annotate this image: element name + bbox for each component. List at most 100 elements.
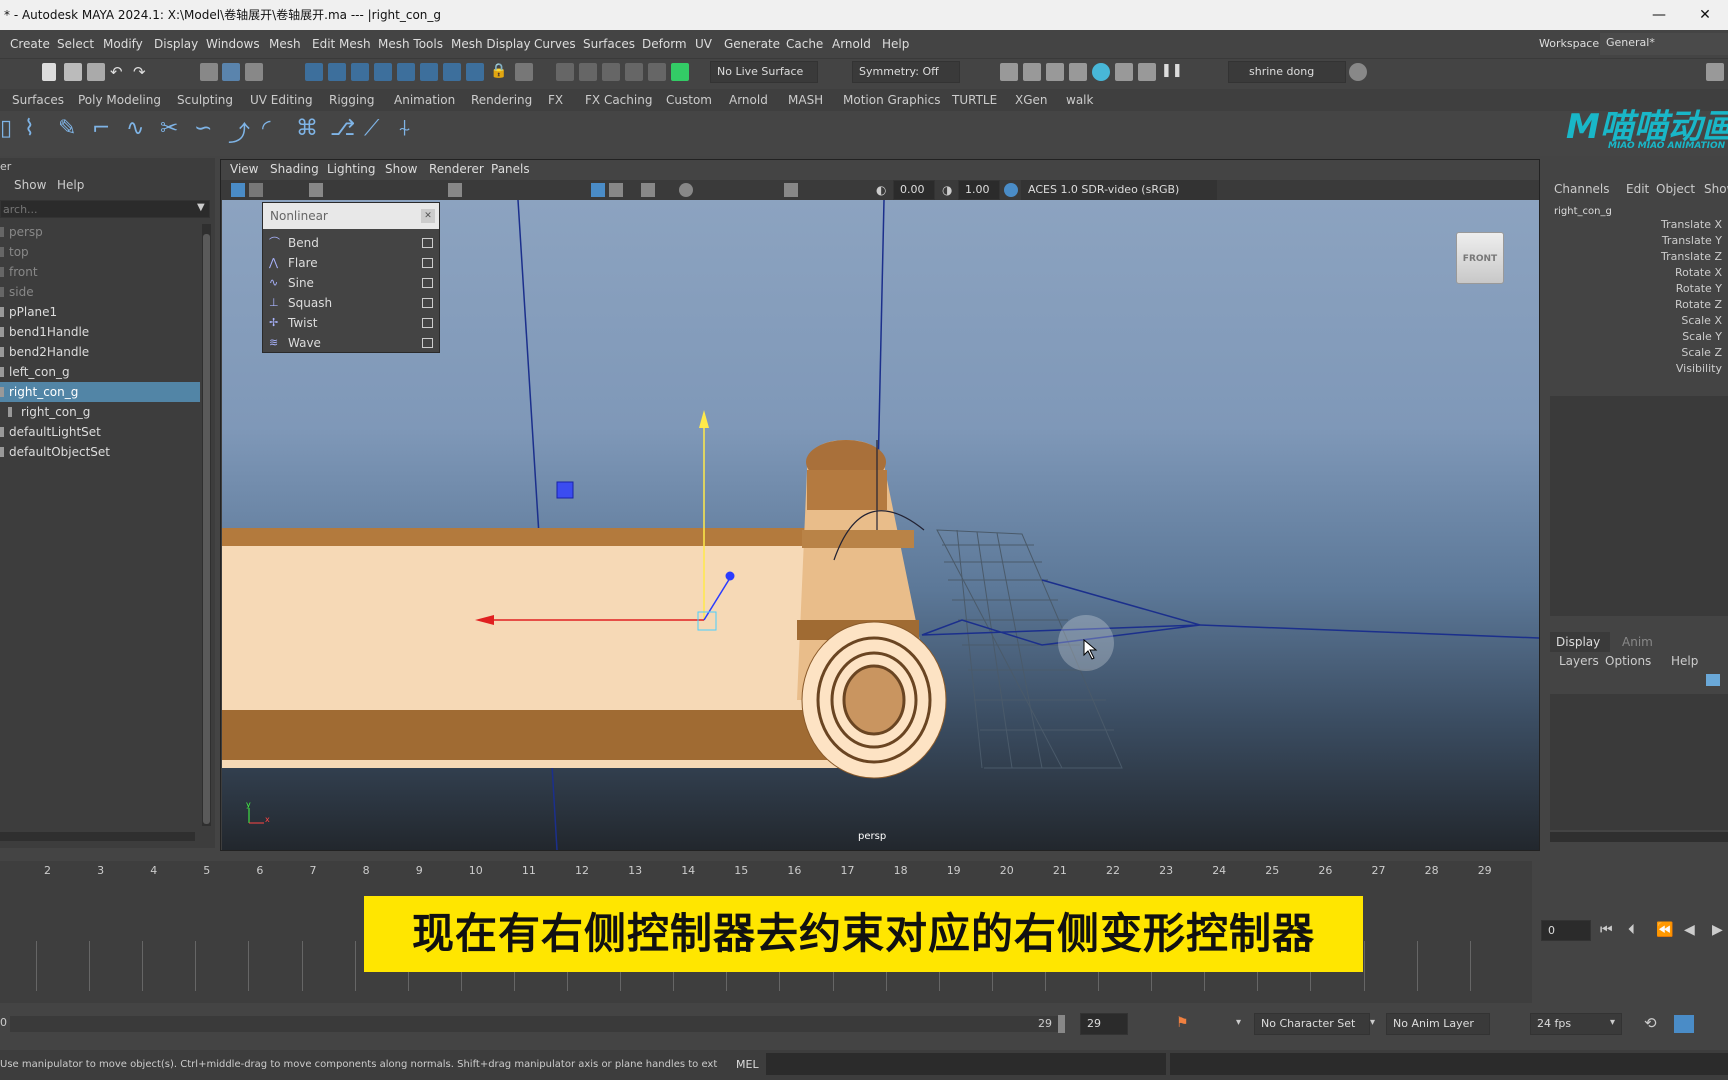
shelf-tab-surfaces[interactable]: Surfaces [12,93,64,107]
shelf-tab-motion-graphics[interactable]: Motion Graphics [843,93,941,107]
selection-ops-icon[interactable] [625,63,643,81]
shelf-tab-animation[interactable]: Animation [394,93,455,107]
curve-fillet-icon[interactable]: ∽ [194,116,212,141]
play-forward-icon[interactable]: ▶ [1712,922,1723,938]
outliner-item[interactable]: pPlane1 [0,302,200,322]
new-scene-icon[interactable] [42,63,56,81]
nonlinear-item-sine[interactable]: ∿ Sine [263,273,439,293]
snap-grid-icon[interactable] [305,63,323,81]
menu-deform[interactable]: Deform [642,37,687,51]
toggle-sidebar-icon[interactable] [1706,63,1724,81]
save-scene-icon[interactable] [87,63,105,81]
cb-attribute[interactable]: Translate Z [1661,250,1722,263]
go-to-start-icon[interactable]: ⏮ [1600,922,1613,938]
mel-label[interactable]: MEL [736,1058,759,1071]
anim-prefs-icon[interactable] [1674,1015,1694,1033]
step-back-key-icon[interactable]: ⏴ [1628,922,1635,938]
menu-mesh-tools[interactable]: Mesh Tools [378,37,443,51]
menu-arnold[interactable]: Arnold [832,37,871,51]
gamma-icon[interactable]: ◑ [942,183,956,197]
curve-extend-icon[interactable]: ⤴ [228,116,250,148]
hypershade-icon[interactable] [1092,63,1110,81]
shelf-tab-poly-modeling[interactable]: Poly Modeling [78,93,161,107]
shelf-tab-rigging[interactable]: Rigging [329,93,374,107]
color-management-icon[interactable] [1004,183,1018,197]
outliner-item[interactable]: bend1Handle [0,322,200,342]
render-frame-icon[interactable] [1023,63,1041,81]
camera-attrs-icon[interactable] [231,183,245,197]
arc-tool-icon[interactable]: ◜ [262,116,271,141]
shelf-tab-sculpting[interactable]: Sculpting [177,93,233,107]
cb-attribute[interactable]: Scale Z [1681,346,1722,359]
render-setup-icon[interactable] [1115,63,1133,81]
pencil-curve-icon[interactable]: ✎ [58,116,76,141]
textured-icon[interactable] [641,183,655,197]
outliner-item[interactable]: top [0,242,200,262]
range-handle[interactable] [1058,1015,1065,1033]
shelf-tab-walk[interactable]: walk [1066,93,1093,107]
outliner-menu-show[interactable]: Show [14,178,46,192]
shelf-tab-xgen[interactable]: XGen [1015,93,1048,107]
shelf-tab-arnold[interactable]: Arnold [729,93,768,107]
ipr-render-icon[interactable] [1046,63,1064,81]
color-space-select[interactable]: ACES 1.0 SDR-video (sRGB) [1021,180,1217,200]
construction-history-icon[interactable] [556,63,574,81]
outliner-menu-help[interactable]: Help [57,178,84,192]
cut-curve-icon[interactable]: ✂ [160,116,178,141]
cb-attribute[interactable]: Translate Y [1662,234,1722,247]
snap-view-plane-icon[interactable] [374,63,392,81]
snap-vertex-icon[interactable] [420,63,438,81]
undo-icon[interactable]: ↶ [110,63,128,81]
cb-menu-edit[interactable]: Edit [1626,182,1649,196]
menu-edit-mesh[interactable]: Edit Mesh [312,37,371,51]
exposure-field[interactable]: 0.00 [893,180,935,200]
select-hierarchy-icon[interactable] [200,63,218,81]
play-backward-icon[interactable]: ◀ [1684,922,1695,938]
cb-attribute[interactable]: Scale Y [1682,330,1722,343]
outliner-item[interactable]: left_con_g [0,362,200,382]
menu-windows[interactable]: Windows [206,37,260,51]
outliner-item[interactable]: defaultObjectSet [0,442,200,462]
menu-create[interactable]: Create [10,37,50,51]
menu-mesh[interactable]: Mesh [269,37,301,51]
wireframe-icon[interactable] [609,183,623,197]
make-live-icon[interactable] [671,63,689,81]
outliner-item[interactable]: right_con_g [0,402,200,422]
select-component-icon[interactable] [245,63,263,81]
layer-tab-anim[interactable]: Anim [1622,635,1653,649]
nonlinear-item-bend[interactable]: ⌒ Bend [263,233,439,253]
shelf-tab-turtle[interactable]: TURTLE [952,93,997,107]
fps-dropdown-icon[interactable]: ▾ [1610,1017,1615,1028]
menu-mesh-display[interactable]: Mesh Display [451,37,531,51]
shelf-tab-fx-caching[interactable]: FX Caching [585,93,652,107]
workspace-select[interactable]: General* [1600,33,1728,55]
cb-attribute[interactable]: Rotate Z [1675,298,1722,311]
snap-point-icon[interactable] [351,63,369,81]
smooth-shade-icon[interactable] [591,183,605,197]
open-scene-icon[interactable] [64,63,82,81]
shelf-tab-uv-editing[interactable]: UV Editing [250,93,313,107]
loop-icon[interactable]: ⟲ [1644,1014,1657,1032]
range-slider-bar[interactable] [10,1016,1060,1032]
cb-attribute[interactable]: Scale X [1681,314,1722,327]
option-box-icon[interactable] [422,338,433,348]
bookmark-icon[interactable] [309,183,323,197]
symmetry-field[interactable]: Symmetry: Off [852,61,960,83]
render-settings-icon[interactable] [1069,63,1087,81]
menu-generate[interactable]: Generate [724,37,780,51]
option-box-icon[interactable] [422,238,433,248]
redo-icon[interactable]: ↷ [133,63,151,81]
bezier-curve-icon[interactable]: ∿ [126,116,144,141]
new-layer-icon[interactable] [1706,674,1720,686]
isolate-icon[interactable] [784,183,798,197]
vp-menu-view[interactable]: View [230,162,258,176]
select-object-icon[interactable] [222,63,240,81]
cv-curve-icon[interactable]: ⌇ [24,116,35,141]
lighting-icon[interactable] [679,183,693,197]
cb-attribute[interactable]: Rotate X [1675,266,1722,279]
cb-menu-channels[interactable]: Channels [1554,182,1610,196]
anim-layer-dropdown-icon[interactable]: ▾ [1370,1017,1375,1028]
offset-curve-icon[interactable]: ⎇ [330,116,355,141]
vp-menu-shading[interactable]: Shading [270,162,319,176]
option-box-icon[interactable] [422,298,433,308]
